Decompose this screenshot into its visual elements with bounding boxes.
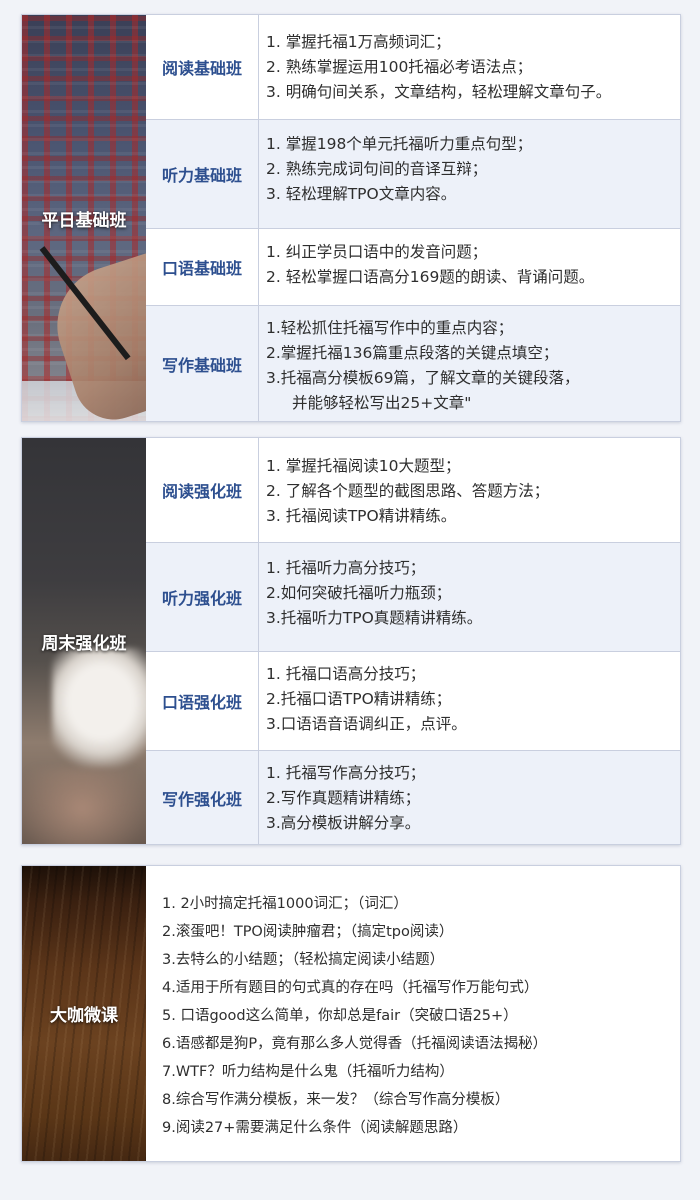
course-item: 3.口语语音语调纠正，点评。 bbox=[266, 715, 467, 733]
course-item: 并能够轻松写出25+文章" bbox=[292, 394, 472, 412]
course-row-reading: 阅读强化班 1. 掌握托福阅读10大题型； 2. 了解各个题型的截图思路、答题方… bbox=[146, 438, 680, 542]
expert-microlesson-section: 大咖微课 1. 2小时搞定托福1000词汇；（词汇） 2.滚蛋吧！TPO阅读肿瘤… bbox=[21, 865, 681, 1162]
course-item: 1.轻松抓住托福写作中的重点内容； bbox=[266, 319, 514, 337]
section-title: 平日基础班 bbox=[41, 210, 127, 231]
course-row-speaking: 口语强化班 1. 托福口语高分技巧； 2.托福口语TPO精讲精练； 3.口语语音… bbox=[146, 651, 680, 750]
course-item: 1. 掌握托福1万高频词汇； bbox=[266, 33, 451, 51]
course-item: 3.托福高分模板69篇，了解文章的关键段落， bbox=[266, 369, 580, 387]
course-item: 3. 轻松理解TPO文章内容。 bbox=[266, 185, 457, 203]
course-label: 写作基础班 bbox=[146, 306, 259, 421]
course-item: 3.高分模板讲解分享。 bbox=[266, 814, 421, 832]
course-item: 2. 轻松掌握口语高分169题的朗读、背诵问题。 bbox=[266, 268, 595, 286]
section-photo: 平日基础班 bbox=[22, 15, 146, 421]
cup-decoration bbox=[52, 648, 146, 768]
section-title: 大咖微课 bbox=[50, 1006, 118, 1026]
course-label: 听力基础班 bbox=[146, 120, 259, 228]
course-item: 2. 熟练完成词句间的音译互辩； bbox=[266, 160, 488, 178]
lesson-item: 3.去特么的小结题；（轻松搞定阅读小结题） bbox=[162, 952, 445, 968]
course-item: 2.写作真题精讲精练； bbox=[266, 789, 421, 807]
course-label: 写作强化班 bbox=[146, 751, 259, 844]
section-photo: 大咖微课 bbox=[22, 866, 146, 1161]
course-label: 阅读强化班 bbox=[146, 438, 259, 542]
course-item: 2. 了解各个题型的截图思路、答题方法； bbox=[266, 482, 550, 500]
lesson-item: 1. 2小时搞定托福1000词汇；（词汇） bbox=[162, 896, 408, 912]
course-label: 阅读基础班 bbox=[146, 15, 259, 119]
weekend-intensive-section: 周末强化班 阅读强化班 1. 掌握托福阅读10大题型； 2. 了解各个题型的截图… bbox=[21, 437, 681, 845]
weekday-basic-section: 平日基础班 阅读基础班 1. 掌握托福1万高频词汇； 2. 熟练掌握运用100托… bbox=[21, 14, 681, 422]
lesson-item: 9.阅读27+需要满足什么条件（阅读解题思路） bbox=[162, 1120, 468, 1136]
lesson-item: 4.适用于所有题目的句式真的存在吗（托福写作万能句式） bbox=[162, 980, 539, 996]
course-row-listening: 听力基础班 1. 掌握198个单元托福听力重点句型； 2. 熟练完成词句间的音译… bbox=[146, 119, 680, 228]
course-item: 3.托福听力TPO真题精讲精练。 bbox=[266, 609, 483, 627]
course-row-writing: 写作强化班 1. 托福写作高分技巧； 2.写作真题精讲精练； 3.高分模板讲解分… bbox=[146, 750, 680, 844]
lesson-item: 2.滚蛋吧！TPO阅读肿瘤君；（搞定tpo阅读） bbox=[162, 924, 454, 940]
course-item: 1. 掌握托福阅读10大题型； bbox=[266, 457, 461, 475]
course-item: 2.掌握托福136篇重点段落的关键点填空； bbox=[266, 344, 559, 362]
course-label: 听力强化班 bbox=[146, 543, 259, 651]
course-label: 口语基础班 bbox=[146, 229, 259, 305]
course-item: 2.托福口语TPO精讲精练； bbox=[266, 690, 452, 708]
course-item: 3. 明确句间关系，文章结构，轻松理解文章句子。 bbox=[266, 83, 612, 101]
lesson-item: 8.综合写作满分模板，来一发？（综合写作高分模板） bbox=[162, 1092, 510, 1108]
course-row-listening: 听力强化班 1. 托福听力高分技巧； 2.如何突破托福听力瓶颈； 3.托福听力T… bbox=[146, 542, 680, 651]
lesson-list: 1. 2小时搞定托福1000词汇；（词汇） 2.滚蛋吧！TPO阅读肿瘤君；（搞定… bbox=[146, 866, 680, 1161]
course-item: 1. 纠正学员口语中的发音问题； bbox=[266, 243, 488, 261]
course-item: 1. 托福口语高分技巧； bbox=[266, 665, 426, 683]
lesson-item: 7.WTF？听力结构是什么鬼（托福听力结构） bbox=[162, 1064, 454, 1080]
lesson-item: 6.语感都是狗P，竟有那么多人觉得香（托福阅读语法揭秘） bbox=[162, 1036, 548, 1052]
course-item: 3. 托福阅读TPO精讲精练。 bbox=[266, 507, 457, 525]
course-label: 口语强化班 bbox=[146, 652, 259, 750]
course-item: 2.如何突破托福听力瓶颈； bbox=[266, 584, 452, 602]
hand-decoration bbox=[22, 768, 146, 844]
course-item: 1. 掌握198个单元托福听力重点句型； bbox=[266, 135, 533, 153]
course-row-speaking: 口语基础班 1. 纠正学员口语中的发音问题； 2. 轻松掌握口语高分169题的朗… bbox=[146, 228, 680, 305]
course-item: 1. 托福写作高分技巧； bbox=[266, 764, 426, 782]
course-item: 1. 托福听力高分技巧； bbox=[266, 559, 426, 577]
lesson-item: 5. 口语good这么简单，你却总是fair（突破口语25+） bbox=[162, 1008, 518, 1024]
course-item: 2. 熟练掌握运用100托福必考语法点； bbox=[266, 58, 533, 76]
course-row-reading: 阅读基础班 1. 掌握托福1万高频词汇； 2. 熟练掌握运用100托福必考语法点… bbox=[146, 15, 680, 119]
section-title: 周末强化班 bbox=[41, 633, 127, 654]
section-photo: 周末强化班 bbox=[22, 438, 146, 844]
course-row-writing: 写作基础班 1.轻松抓住托福写作中的重点内容； 2.掌握托福136篇重点段落的关… bbox=[146, 305, 680, 421]
